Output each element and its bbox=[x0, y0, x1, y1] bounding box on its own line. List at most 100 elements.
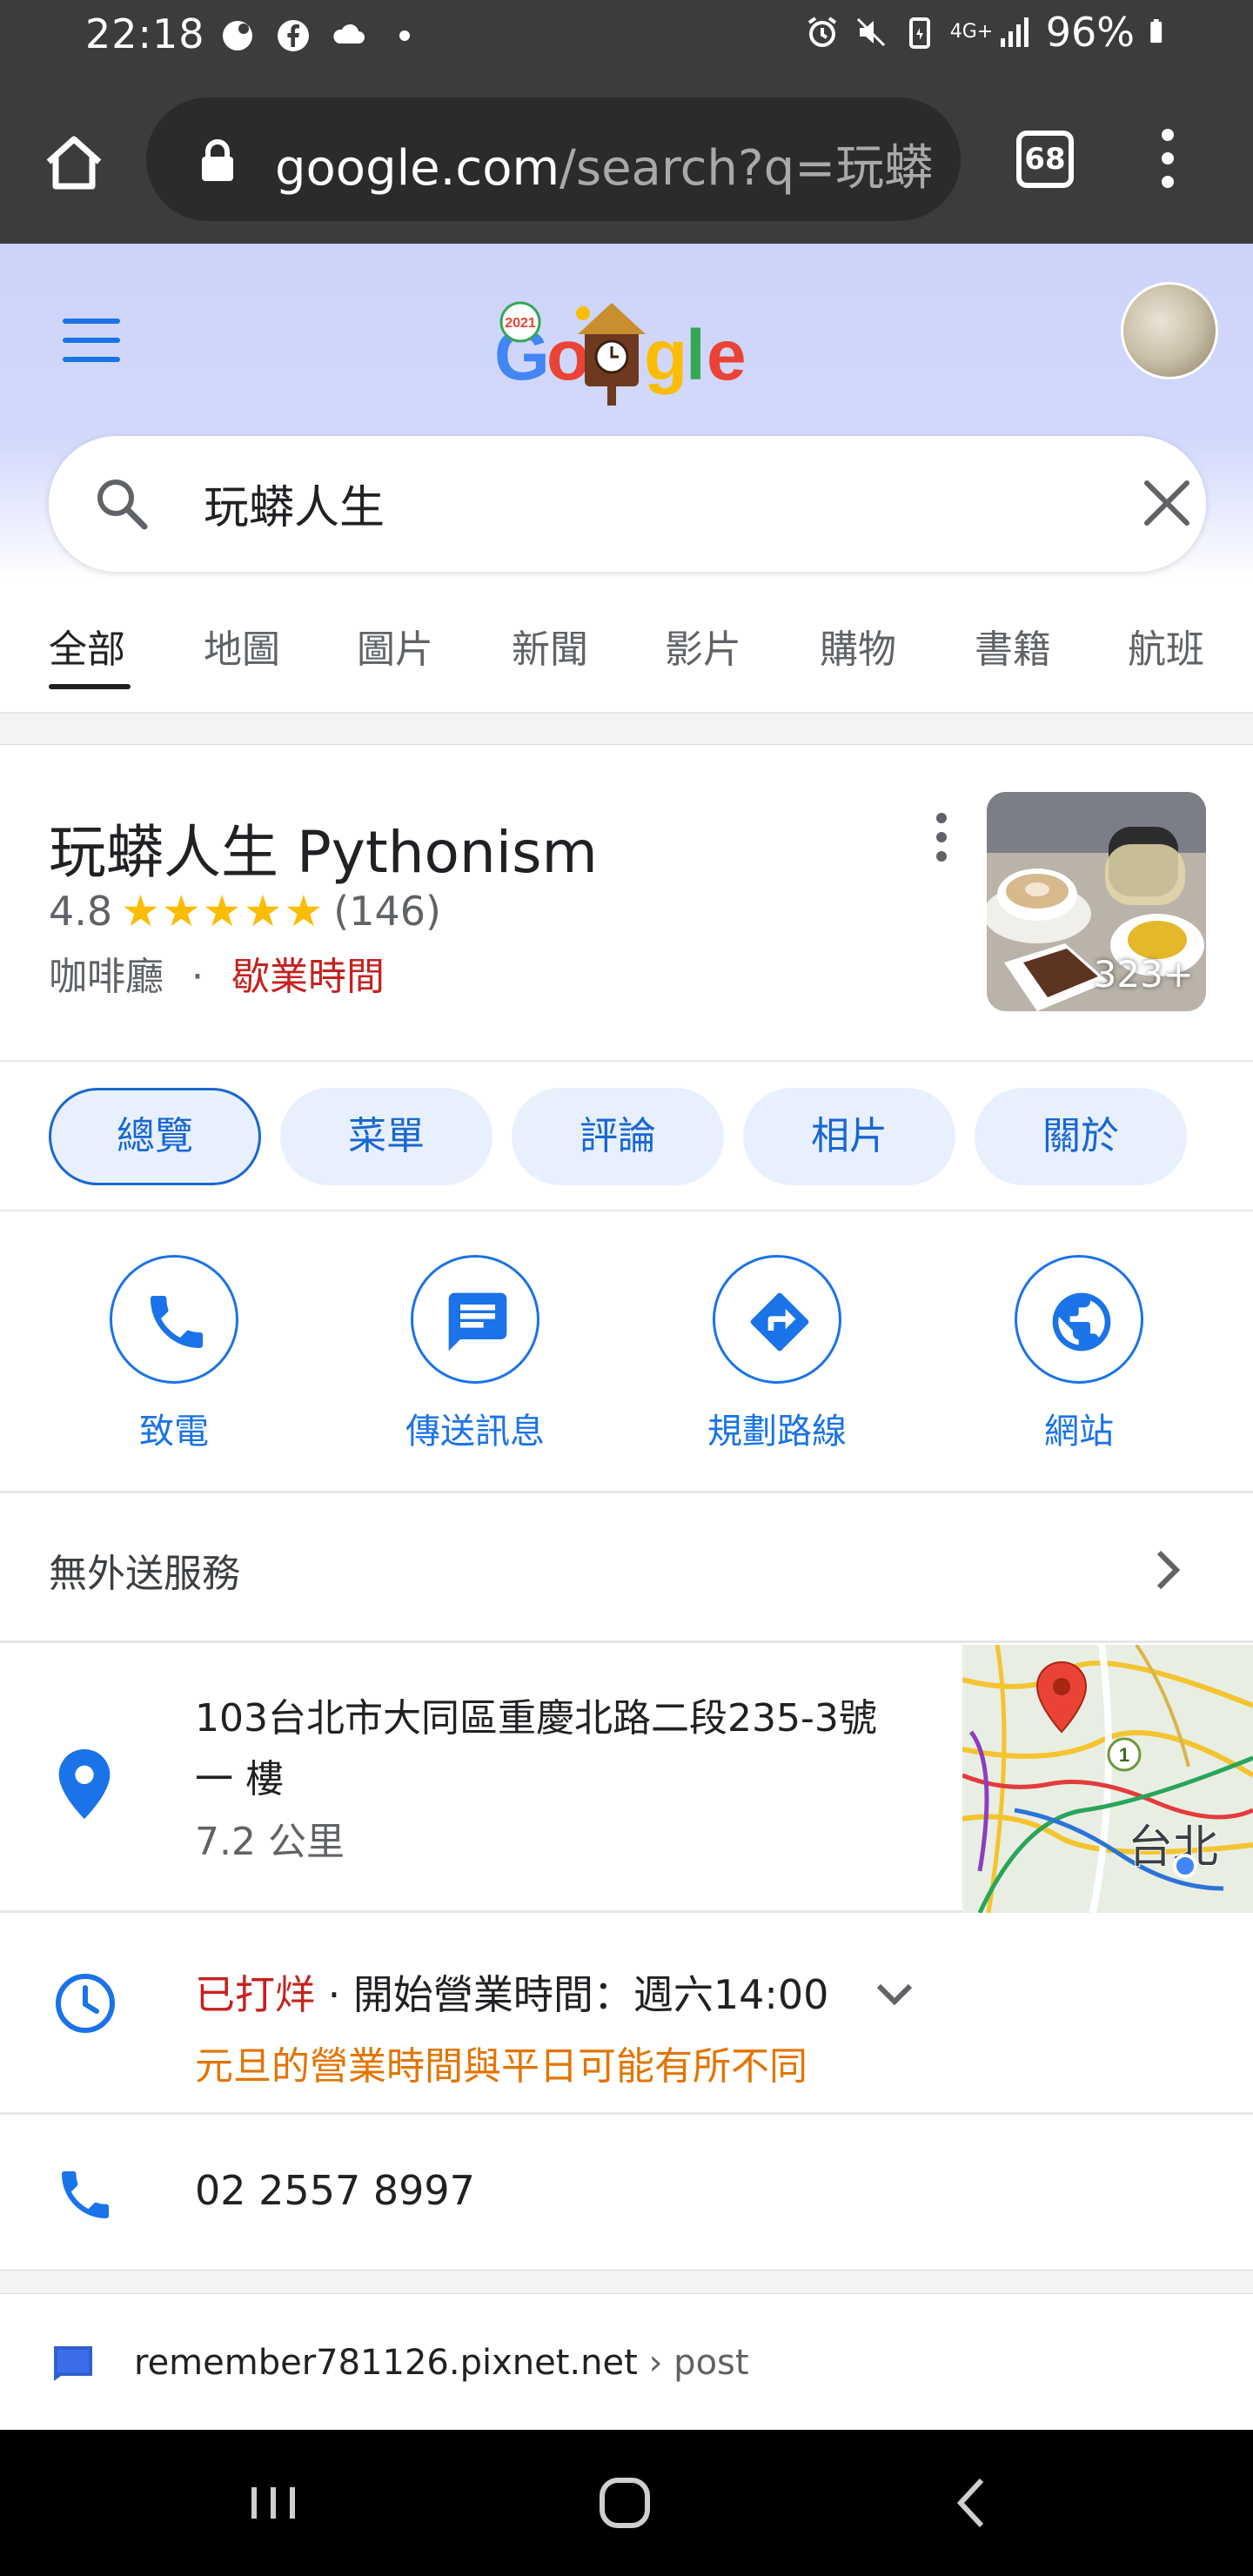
home-nav-icon[interactable] bbox=[593, 2472, 656, 2534]
url-host: google.com bbox=[275, 140, 560, 197]
doodle-year: 2021 bbox=[505, 316, 536, 331]
clear-icon[interactable] bbox=[1140, 476, 1194, 530]
result-path: › post bbox=[637, 2343, 749, 2383]
business-category: 咖啡廳 bbox=[49, 955, 164, 999]
chip-reviews[interactable]: 評論 bbox=[512, 1088, 724, 1185]
google-doodle[interactable]: G o g l e 2021 bbox=[489, 296, 767, 418]
clock-icon bbox=[56, 1974, 115, 2033]
business-chips: 總覽 菜單 評論 相片 關於 bbox=[0, 1063, 1253, 1211]
website-button-circle bbox=[1015, 1255, 1143, 1384]
business-photo[interactable]: 323+ bbox=[987, 792, 1206, 1011]
directions-button[interactable]: 規劃路線 bbox=[673, 1255, 881, 1453]
message-icon bbox=[448, 1292, 507, 1352]
app-notification-icon bbox=[223, 21, 252, 50]
business-more-icon[interactable] bbox=[931, 813, 952, 862]
mini-map[interactable]: 1 台北 bbox=[962, 1645, 1253, 1913]
more-menu-icon[interactable] bbox=[1157, 129, 1178, 191]
map-city-label: 台北 bbox=[1128, 1822, 1218, 1873]
tab-books[interactable]: 書籍 bbox=[975, 618, 1051, 674]
battery-percent: 96% bbox=[1045, 9, 1135, 56]
delivery-row[interactable]: 無外送服務 bbox=[0, 1495, 1253, 1643]
business-category-line: 咖啡廳 · 歇業時間 bbox=[49, 945, 385, 1001]
phone-icon bbox=[62, 2171, 109, 2218]
section-divider bbox=[0, 714, 1253, 745]
lock-icon bbox=[202, 139, 233, 181]
hamburger-menu-icon[interactable] bbox=[63, 319, 120, 362]
call-label: 致電 bbox=[139, 1412, 209, 1452]
hours-opening: 開始營業時間：週六14:00 bbox=[352, 1971, 829, 2018]
system-nav-bar bbox=[0, 2430, 1253, 2576]
message-button[interactable]: 傳送訊息 bbox=[371, 1255, 580, 1453]
search-icon[interactable] bbox=[92, 474, 151, 533]
category-separator: · bbox=[191, 955, 204, 999]
status-time: 22:18 bbox=[85, 10, 205, 57]
result-url[interactable]: remember781126.pixnet.net › post bbox=[134, 2343, 749, 2383]
browser-toolbar: google.com/search?q=玩蟒 68 bbox=[0, 73, 1253, 244]
business-name: 玩蟒人生 Pythonism bbox=[49, 819, 598, 886]
chevron-right-icon bbox=[1156, 1550, 1181, 1590]
svg-text:l: l bbox=[686, 316, 706, 395]
directions-button-circle bbox=[713, 1255, 841, 1384]
chip-menu[interactable]: 菜單 bbox=[280, 1088, 492, 1185]
distance-text: 7.2 公里 bbox=[195, 1820, 345, 1864]
call-button[interactable]: 致電 bbox=[70, 1255, 278, 1453]
network-type: 4G+ bbox=[949, 21, 994, 43]
photo-count: 323+ bbox=[1093, 953, 1194, 996]
google-header: G o g l e 2021 玩蟒人生 bbox=[0, 244, 1253, 579]
tab-videos[interactable]: 影片 bbox=[665, 618, 741, 674]
tab-maps[interactable]: 地圖 bbox=[204, 618, 280, 674]
phone-number: 02 2557 8997 bbox=[195, 2167, 475, 2214]
business-rating[interactable]: 4.8 ★★★★★ (146) bbox=[49, 886, 441, 936]
back-icon[interactable] bbox=[941, 2472, 1004, 2534]
website-label: 網站 bbox=[1044, 1412, 1114, 1452]
chevron-down-icon[interactable] bbox=[874, 1977, 915, 2012]
mute-icon bbox=[856, 17, 885, 47]
website-button[interactable]: 網站 bbox=[975, 1255, 1183, 1453]
search-result[interactable]: remember781126.pixnet.net › post bbox=[0, 2294, 1253, 2430]
review-count: (146) bbox=[333, 888, 441, 935]
map-route-marker: 1 bbox=[1119, 1744, 1129, 1766]
phone-icon bbox=[151, 1296, 203, 1348]
url-text: google.com/search?q=玩蟒 bbox=[275, 129, 945, 199]
search-box[interactable]: 玩蟒人生 bbox=[49, 436, 1206, 572]
hours-status: 已打烊 bbox=[195, 1971, 315, 2018]
tab-flights[interactable]: 航班 bbox=[1128, 618, 1204, 674]
delivery-text: 無外送服務 bbox=[49, 1552, 240, 1596]
business-status: 歇業時間 bbox=[231, 955, 385, 999]
hours-summary: 已打烊 · 開始營業時間：週六14:00 bbox=[195, 1963, 828, 2021]
rating-stars-icon: ★★★★★ bbox=[121, 886, 325, 936]
tab-images[interactable]: 圖片 bbox=[357, 618, 433, 674]
battery-saver-icon bbox=[908, 17, 930, 49]
rating-value: 4.8 bbox=[49, 888, 113, 935]
tab-switcher-button[interactable]: 68 bbox=[1016, 131, 1074, 188]
site-favicon-icon bbox=[54, 2346, 92, 2381]
chip-about[interactable]: 關於 bbox=[975, 1088, 1187, 1185]
svg-text:o: o bbox=[546, 316, 590, 395]
hours-row[interactable]: 已打烊 · 開始營業時間：週六14:00 元旦的營業時間與平日可能有所不同 bbox=[0, 1915, 1253, 2115]
tab-news[interactable]: 新聞 bbox=[512, 618, 588, 674]
svg-text:g: g bbox=[644, 316, 687, 395]
hours-holiday-note: 元旦的營業時間與平日可能有所不同 bbox=[195, 2044, 807, 2089]
cloud-icon bbox=[333, 23, 365, 44]
chip-photos[interactable]: 相片 bbox=[743, 1088, 955, 1185]
tab-all[interactable]: 全部 bbox=[49, 618, 125, 674]
url-bar[interactable]: google.com/search?q=玩蟒 bbox=[146, 97, 961, 221]
phone-row[interactable]: 02 2557 8997 bbox=[0, 2116, 1253, 2270]
result-domain: remember781126.pixnet.net bbox=[134, 2343, 638, 2383]
call-button-circle bbox=[110, 1255, 238, 1384]
message-label: 傳送訊息 bbox=[405, 1412, 545, 1452]
map-image: 1 台北 bbox=[962, 1645, 1253, 1913]
address-row[interactable]: 103台北市大同區重慶北路二段235-3號一 樓 7.2 公里 1 台北 bbox=[0, 1645, 1253, 1913]
active-tab-indicator bbox=[49, 684, 131, 689]
hours-separator: · bbox=[315, 1971, 353, 2018]
alarm-icon bbox=[807, 17, 836, 47]
recent-apps-icon[interactable] bbox=[242, 2472, 305, 2534]
signal-icon bbox=[1000, 17, 1029, 47]
tab-shopping[interactable]: 購物 bbox=[820, 618, 896, 674]
search-input[interactable]: 玩蟒人生 bbox=[204, 471, 385, 536]
chip-overview[interactable]: 總覽 bbox=[49, 1088, 261, 1185]
account-avatar[interactable] bbox=[1121, 282, 1218, 379]
url-path: /search?q=玩蟒 bbox=[559, 140, 934, 197]
home-icon[interactable] bbox=[42, 131, 106, 195]
search-tabs: 全部 地圖 圖片 新聞 影片 購物 書籍 航班 bbox=[0, 583, 1253, 714]
